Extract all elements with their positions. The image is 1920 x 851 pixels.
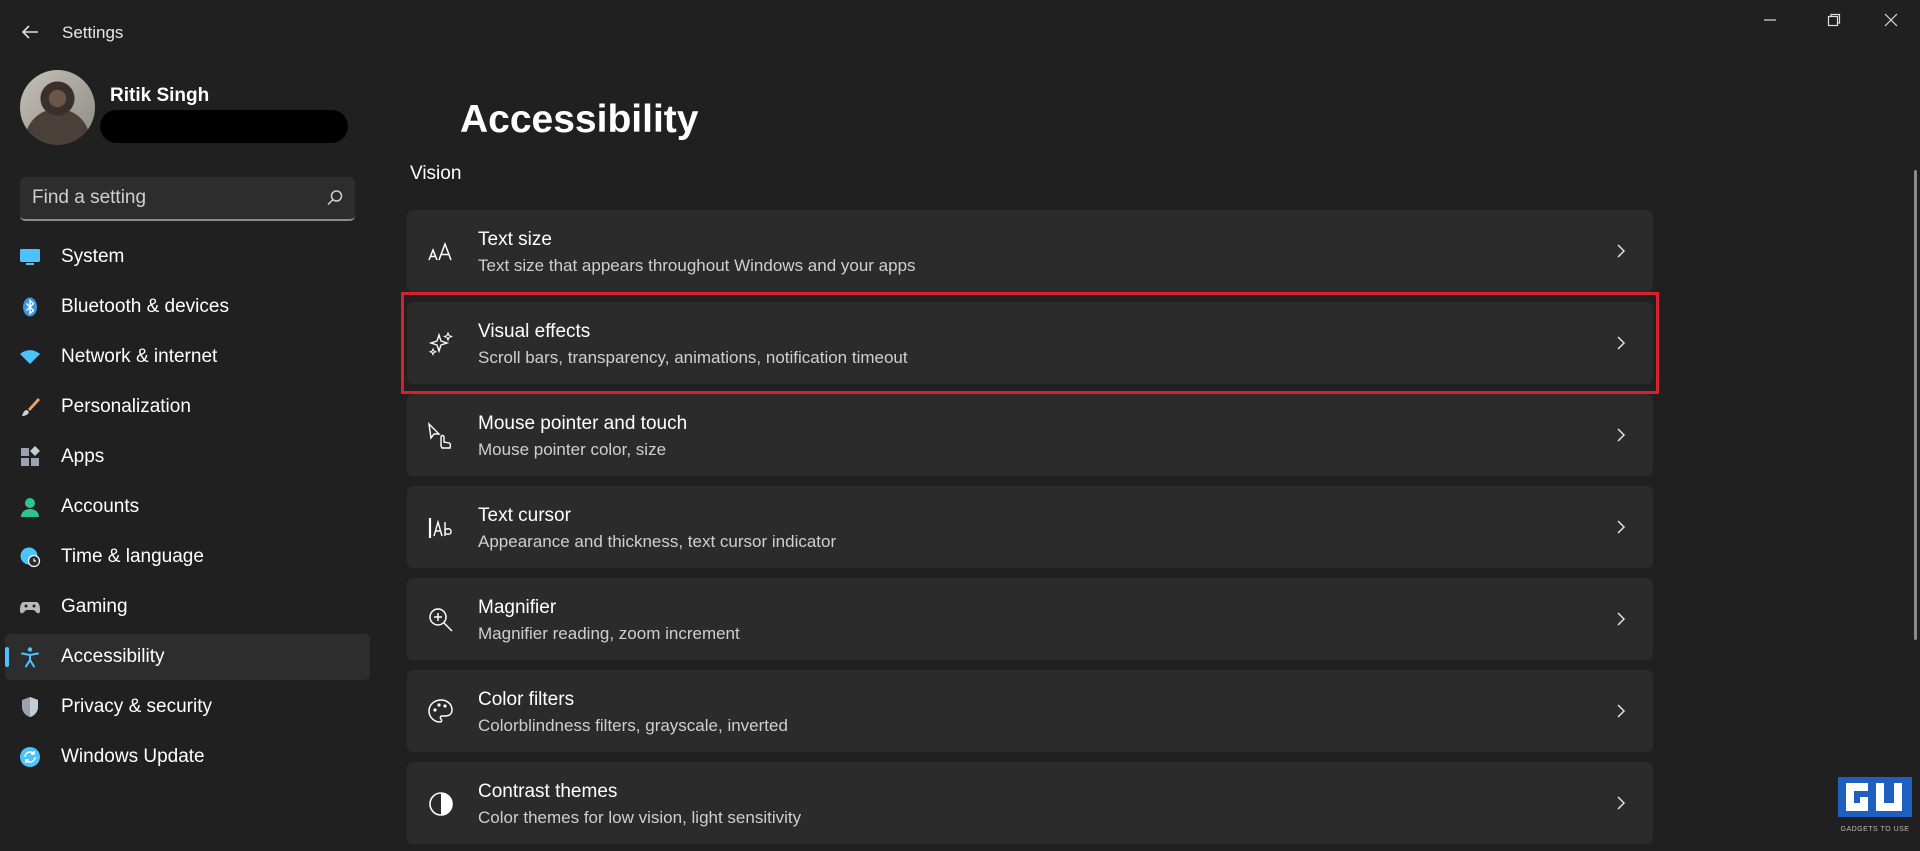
shield-icon <box>19 696 41 718</box>
chevron-right-icon <box>1617 704 1626 718</box>
settings-card-list: Text size Text size that appears through… <box>401 210 1659 851</box>
sidebar-item-network-internet[interactable]: Network & internet <box>5 334 370 380</box>
sidebar-item-windows-update[interactable]: Windows Update <box>5 734 370 780</box>
card-description: Colorblindness filters, grayscale, inver… <box>478 716 788 735</box>
sidebar-item-label: System <box>61 246 125 267</box>
bluetooth-icon <box>19 296 41 318</box>
sidebar-item-time-language[interactable]: Time & language <box>5 534 370 580</box>
sidebar-item-privacy-security[interactable]: Privacy & security <box>5 684 370 730</box>
sidebar-item-label: Network & internet <box>61 346 218 367</box>
card-description: Color themes for low vision, light sensi… <box>478 808 802 827</box>
globe-clock-icon <box>19 546 41 568</box>
sidebar-nav: System Bluetooth & devices Network & int… <box>5 234 370 784</box>
chevron-right-icon <box>1617 612 1626 626</box>
sidebar-item-label: Accessibility <box>61 646 165 667</box>
sidebar-item-bluetooth-devices[interactable]: Bluetooth & devices <box>5 284 370 330</box>
card-description: Appearance and thickness, text cursor in… <box>478 532 837 551</box>
user-name: Ritik Singh <box>110 85 210 106</box>
search-icon[interactable] <box>325 188 345 208</box>
scrollbar[interactable] <box>1914 170 1917 640</box>
search-box[interactable] <box>20 177 355 221</box>
close-icon <box>1884 13 1898 27</box>
gamepad-icon <box>19 596 41 618</box>
monitor-icon <box>19 246 41 268</box>
sidebar-item-label: Personalization <box>61 396 191 417</box>
back-arrow-icon <box>21 25 38 39</box>
sidebar-item-system[interactable]: System <box>5 234 370 280</box>
search-input[interactable] <box>32 184 312 212</box>
person-icon <box>19 496 41 518</box>
card-text-size[interactable]: Text size Text size that appears through… <box>407 210 1653 292</box>
watermark-caption: GADGETS TO USE <box>1840 826 1910 833</box>
contrast-icon <box>427 790 455 818</box>
card-description: Scroll bars, transparency, animations, n… <box>478 348 908 367</box>
card-mouse-pointer-touch[interactable]: Mouse pointer and touch Mouse pointer co… <box>407 394 1653 476</box>
brush-icon <box>19 396 41 418</box>
chevron-right-icon <box>1617 520 1626 534</box>
card-title: Contrast themes <box>478 781 618 802</box>
sidebar-item-label: Time & language <box>61 546 204 567</box>
card-title: Visual effects <box>478 321 591 342</box>
refresh-icon <box>19 746 41 768</box>
sidebar-item-accessibility[interactable]: Accessibility <box>5 634 370 680</box>
back-button[interactable] <box>18 20 42 44</box>
card-visual-effects[interactable]: Visual effects Scroll bars, transparency… <box>401 292 1659 394</box>
card-title: Color filters <box>478 689 575 710</box>
user-profile[interactable]: Ritik Singh <box>20 70 380 146</box>
restore-button[interactable] <box>1819 8 1849 32</box>
pointer-touch-icon <box>427 422 455 450</box>
sidebar-item-label: Apps <box>61 446 105 467</box>
chevron-right-icon <box>1617 244 1626 258</box>
chevron-right-icon <box>1617 336 1626 350</box>
card-description: Mouse pointer color, size <box>478 440 667 459</box>
card-description: Text size that appears throughout Window… <box>478 256 916 275</box>
text-cursor-icon <box>427 514 455 542</box>
redacted-email <box>100 110 348 143</box>
card-title: Text size <box>478 229 552 250</box>
sidebar-item-label: Gaming <box>61 596 128 617</box>
close-button[interactable] <box>1876 8 1906 32</box>
card-title: Text cursor <box>478 505 571 526</box>
text-size-icon <box>427 238 455 266</box>
sidebar-item-accounts[interactable]: Accounts <box>5 484 370 530</box>
wifi-icon <box>19 346 41 368</box>
watermark-logo: GADGETS TO USE <box>1836 775 1914 837</box>
minimize-icon <box>1764 19 1776 21</box>
sidebar-item-label: Windows Update <box>61 746 205 767</box>
sidebar-item-label: Privacy & security <box>61 696 212 717</box>
sidebar-item-personalization[interactable]: Personalization <box>5 384 370 430</box>
restore-icon <box>1827 13 1841 27</box>
sidebar-item-gaming[interactable]: Gaming <box>5 584 370 630</box>
card-magnifier[interactable]: Magnifier Magnifier reading, zoom increm… <box>407 578 1653 660</box>
chevron-right-icon <box>1617 796 1626 810</box>
brand-logo-icon <box>1838 777 1912 817</box>
apps-icon <box>19 446 41 468</box>
card-title: Mouse pointer and touch <box>478 413 688 434</box>
accessibility-icon <box>19 646 41 668</box>
page-title: Accessibility <box>460 98 699 141</box>
card-text-cursor[interactable]: Text cursor Appearance and thickness, te… <box>407 486 1653 568</box>
sidebar-item-apps[interactable]: Apps <box>5 434 370 480</box>
palette-icon <box>427 698 455 726</box>
section-title-vision: Vision <box>410 163 462 184</box>
title-bar: Settings <box>0 0 1920 66</box>
minimize-button[interactable] <box>1755 8 1785 32</box>
sidebar-item-label: Accounts <box>61 496 140 517</box>
card-title: Magnifier <box>478 597 557 618</box>
avatar <box>20 70 95 145</box>
card-contrast-themes[interactable]: Contrast themes Color themes for low vis… <box>407 762 1653 844</box>
card-description: Magnifier reading, zoom increment <box>478 624 740 643</box>
magnifier-icon <box>427 606 455 634</box>
sparkle-icon <box>427 330 455 358</box>
chevron-right-icon <box>1617 428 1626 442</box>
app-title: Settings <box>62 23 124 42</box>
card-color-filters[interactable]: Color filters Colorblindness filters, gr… <box>407 670 1653 752</box>
sidebar-item-label: Bluetooth & devices <box>61 296 229 317</box>
